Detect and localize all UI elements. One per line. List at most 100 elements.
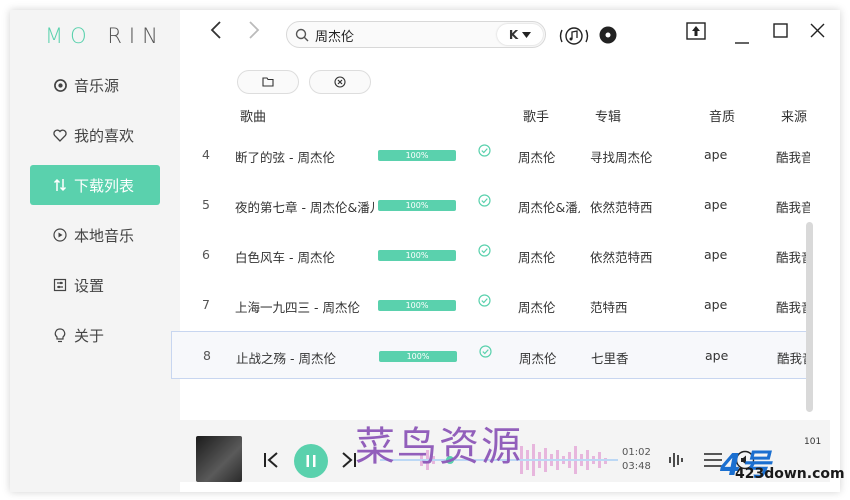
row-album: 范特西 — [590, 300, 628, 315]
row-index: 5 — [202, 197, 210, 212]
play-circle-icon — [52, 227, 68, 243]
scrollbar[interactable] — [806, 222, 813, 412]
row-artist: 周杰伦 — [518, 250, 556, 265]
search-box: K — [286, 21, 546, 48]
close-icon[interactable] — [810, 23, 825, 42]
table-row[interactable]: 6 白色风车 - 周杰伦 100% 周杰伦 依然范特西 ape 酷我音乐 — [180, 231, 810, 279]
row-quality: ape — [704, 147, 728, 162]
pause-button[interactable] — [294, 444, 328, 478]
sidebar-item-label: 我的喜欢 — [74, 126, 135, 145]
top-bar: K — [180, 10, 840, 58]
download-progress: 100% — [378, 300, 456, 311]
check-circle-icon — [478, 244, 491, 260]
sidebar-item-downloads[interactable]: 下载列表 — [30, 165, 160, 205]
row-source: 酷我音乐 — [776, 250, 810, 265]
row-album: 依然范特西 — [590, 200, 653, 215]
sidebar: MO RIN 音乐源 我的喜欢 下载列表 本地音乐 设置 关于 — [10, 10, 180, 492]
row-source: 酷我音乐 — [776, 150, 810, 165]
folder-icon — [262, 77, 274, 87]
sidebar-item-favorites[interactable]: 我的喜欢 — [30, 115, 160, 155]
table-row[interactable]: 7 上海一九四三 - 周杰伦 100% 周杰伦 范特西 ape 酷我音乐 — [180, 281, 810, 329]
table-row-selected[interactable]: 8 止战之殇 - 周杰伦 100% 周杰伦 七里香 ape 酷我音乐 — [171, 331, 811, 379]
row-source: 酷我音乐 — [776, 300, 810, 315]
row-artist: 周杰伦&潘儿 — [518, 200, 580, 215]
pause-icon — [306, 455, 316, 467]
row-quality: ape — [705, 348, 729, 363]
row-quality: ape — [704, 197, 728, 212]
check-circle-icon — [478, 144, 491, 160]
record-icon[interactable] — [599, 26, 617, 48]
row-index: 8 — [203, 348, 211, 363]
source-badge: K — [508, 27, 519, 42]
sidebar-item-label: 下载列表 — [74, 176, 135, 195]
row-index: 6 — [202, 247, 210, 262]
equalizer-icon[interactable] — [668, 451, 686, 473]
check-circle-icon — [479, 345, 492, 361]
source-select[interactable]: K — [497, 24, 543, 45]
sidebar-item-about[interactable]: 关于 — [30, 315, 160, 355]
col-source: 来源 — [781, 110, 808, 125]
listen-identify-icon[interactable] — [557, 25, 591, 51]
row-index: 4 — [202, 147, 210, 162]
check-circle-icon — [478, 294, 491, 310]
download-progress: 100% — [378, 200, 456, 211]
skip-previous-icon — [264, 452, 278, 468]
sidebar-item-music-source[interactable]: 音乐源 — [30, 65, 160, 105]
album-cover[interactable] — [196, 436, 242, 482]
app-logo: MO RIN — [45, 24, 165, 48]
previous-button[interactable] — [263, 452, 279, 472]
row-title: 止战之殇 - 周杰伦 — [236, 351, 336, 366]
caret-down-icon — [522, 31, 532, 38]
back-button[interactable] — [204, 20, 228, 48]
minimize-icon[interactable] — [735, 30, 749, 49]
disc-icon — [52, 77, 68, 93]
download-progress: 100% — [378, 250, 456, 261]
row-quality: ape — [704, 247, 728, 262]
row-album: 寻找周杰伦 — [590, 150, 653, 165]
col-song: 歌曲 — [240, 110, 267, 125]
sidebar-item-label: 本地音乐 — [74, 226, 135, 245]
check-circle-icon — [478, 194, 491, 210]
sidebar-item-label: 关于 — [74, 326, 105, 345]
clear-list-button[interactable] — [309, 70, 371, 94]
sidebar-item-label: 音乐源 — [74, 76, 120, 95]
volume-value: 101 — [804, 437, 822, 447]
total-time: 03:48 — [622, 461, 651, 472]
row-album: 七里香 — [591, 351, 629, 366]
col-album: 专辑 — [595, 110, 622, 125]
row-artist: 周杰伦 — [518, 300, 556, 315]
row-title: 夜的第七章 - 周杰伦&潘儿 — [235, 200, 375, 215]
maximize-icon[interactable] — [773, 23, 788, 42]
row-source: 酷我音乐 — [776, 200, 810, 215]
row-artist: 周杰伦 — [518, 150, 556, 165]
table-row[interactable]: 5 夜的第七章 - 周杰伦&潘儿 100% 周杰伦&潘儿 依然范特西 ape 酷… — [180, 181, 810, 229]
sidebar-item-local-music[interactable]: 本地音乐 — [30, 215, 160, 255]
download-progress: 100% — [378, 150, 456, 161]
download-progress: 100% — [379, 351, 457, 362]
row-album: 依然范特西 — [590, 250, 653, 265]
open-folder-button[interactable] — [237, 70, 299, 94]
bulb-icon — [52, 327, 68, 343]
row-title: 上海一九四三 - 周杰伦 — [235, 300, 360, 315]
sidebar-item-settings[interactable]: 设置 — [30, 265, 160, 305]
current-time: 01:02 — [622, 447, 651, 458]
mini-mode-icon[interactable] — [686, 22, 706, 44]
close-circle-icon — [334, 76, 346, 88]
search-input[interactable] — [315, 25, 485, 45]
row-index: 7 — [202, 297, 210, 312]
forward-button[interactable] — [242, 20, 266, 48]
table-row[interactable]: 4 断了的弦 - 周杰伦 100% 周杰伦 寻找周杰伦 ape 酷我音乐 — [180, 131, 810, 179]
search-icon — [295, 27, 309, 46]
chevron-right-icon — [249, 21, 260, 39]
site-watermark-url: 423down.com — [735, 466, 845, 482]
col-quality: 音质 — [709, 110, 736, 125]
heart-icon — [52, 127, 68, 143]
col-artist: 歌手 — [523, 110, 550, 125]
chevron-left-icon — [210, 21, 221, 39]
table-header: 歌曲 歌手 专辑 音质 来源 — [170, 104, 810, 126]
row-title: 白色风车 - 周杰伦 — [235, 250, 335, 265]
site-watermark: 4号 423down.com — [720, 440, 845, 484]
row-artist: 周杰伦 — [519, 351, 557, 366]
sort-arrows-icon — [52, 177, 68, 193]
row-title: 断了的弦 - 周杰伦 — [235, 150, 335, 165]
